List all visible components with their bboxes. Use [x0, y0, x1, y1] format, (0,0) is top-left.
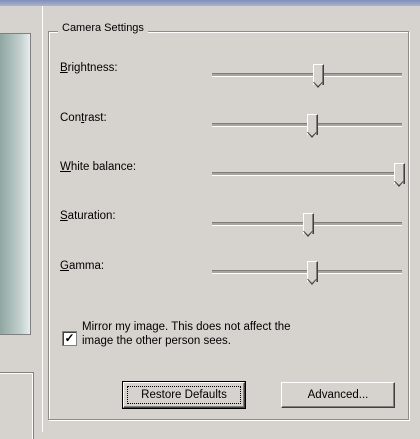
camera-settings-title: Camera Settings — [58, 22, 148, 34]
contrast-slider-thumb[interactable] — [306, 114, 318, 138]
brightness-slider[interactable] — [212, 64, 402, 88]
saturation-slider[interactable] — [212, 213, 402, 237]
mirror-checkbox[interactable]: ✓ — [62, 331, 77, 346]
gamma-slider-thumb[interactable] — [306, 261, 318, 285]
saturation-slider-thumb[interactable] — [303, 213, 314, 237]
left-panel — [0, 6, 43, 439]
white-balance-slider[interactable] — [212, 163, 406, 187]
contrast-slider[interactable] — [212, 114, 402, 138]
video-preview — [0, 33, 31, 335]
mirror-label-line1: Mirror my image. This does not affect th… — [82, 321, 291, 333]
gamma-label: Gamma: — [60, 260, 105, 272]
window-top-strip — [0, 0, 420, 6]
brightness-label: Brightness: — [60, 62, 118, 74]
white-balance-slider-thumb[interactable] — [394, 163, 406, 187]
saturation-label: Saturation: — [60, 210, 116, 222]
advanced-button[interactable]: Advanced... — [281, 382, 395, 408]
left-bottom-box — [0, 372, 34, 439]
mirror-label: Mirror my image. This does not affect th… — [82, 320, 372, 348]
mirror-label-line2: image the other person sees. — [82, 335, 231, 347]
restore-defaults-label: Restore Defaults — [127, 386, 241, 404]
restore-defaults-button[interactable]: Restore Defaults — [122, 381, 246, 409]
brightness-slider-thumb[interactable] — [312, 64, 324, 88]
gamma-slider[interactable] — [212, 261, 402, 285]
contrast-label: Contrast: — [60, 112, 107, 124]
white-balance-label: White balance: — [60, 161, 137, 173]
